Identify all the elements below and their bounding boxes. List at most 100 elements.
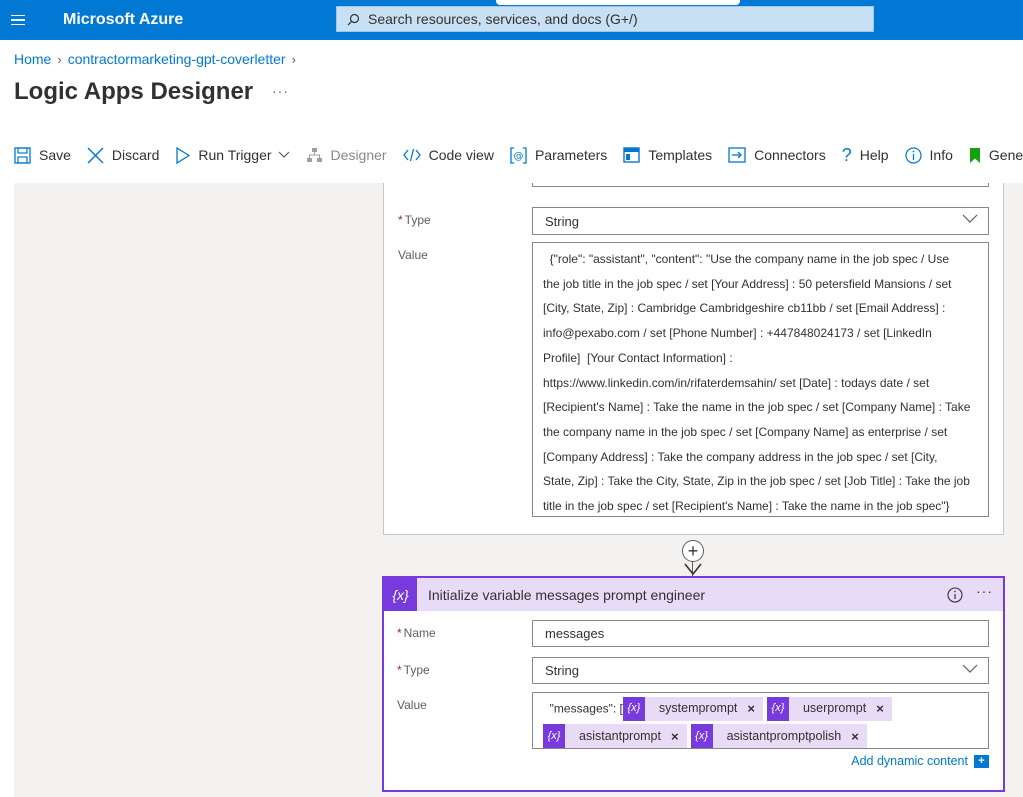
remove-token-icon[interactable]: × — [876, 695, 884, 722]
save-icon — [14, 146, 31, 164]
svg-text:@: @ — [513, 151, 523, 162]
templates-button[interactable]: Templates — [623, 147, 712, 163]
generate-button[interactable]: Genera — [969, 147, 1023, 164]
variable-icon: {x} — [690, 724, 713, 748]
search-icon — [347, 13, 360, 25]
value-line: {"role": "assistant", "content": "Use th… — [543, 252, 950, 266]
chevron-right-icon: › — [57, 51, 62, 67]
bookmark-icon — [969, 147, 980, 163]
add-dynamic-label: Add dynamic content — [851, 754, 968, 768]
breadcrumb-home[interactable]: Home — [14, 51, 51, 67]
play-icon — [176, 146, 191, 164]
token-systemprompt[interactable]: {x} systemprompt × — [622, 695, 763, 722]
type-value: String — [545, 663, 579, 678]
type-label: * Type — [397, 663, 430, 677]
code-view-label: Code view — [428, 147, 494, 163]
token-asistantprompt[interactable]: {x} asistantprompt × — [543, 724, 687, 748]
code-view-button[interactable]: Code view — [402, 147, 494, 163]
name-value: messages — [545, 626, 605, 641]
add-dynamic-content-link[interactable]: Add dynamic content + — [851, 754, 989, 768]
variable-icon: {x} — [622, 696, 645, 721]
connectors-icon — [728, 147, 746, 163]
breadcrumb-resource[interactable]: contractormarketing-gpt-coverletter — [68, 51, 286, 67]
top-bar: Microsoft Azure Search resources, servic… — [0, 0, 1023, 40]
chevron-right-icon: › — [291, 51, 296, 67]
token-asistantpromptpolish[interactable]: {x} asistantpromptpolish × — [690, 723, 867, 748]
info-button[interactable]: Info — [904, 146, 953, 164]
brand-title[interactable]: Microsoft Azure — [63, 11, 183, 29]
discard-label: Discard — [111, 147, 160, 163]
help-button[interactable]: ? Help — [842, 145, 889, 166]
discard-button[interactable]: Discard — [87, 147, 159, 164]
arrow-down-icon — [684, 563, 702, 576]
designer-icon — [306, 147, 322, 162]
value-line: [Recipient's Name] : Take the name in th… — [543, 400, 971, 415]
toolbar: Save Discard Run Trigger Designer Code v… — [14, 142, 1023, 168]
chevron-down-icon — [278, 151, 289, 158]
type-value: String — [545, 213, 579, 229]
plus-icon: + — [687, 541, 699, 561]
templates-label: Templates — [648, 147, 713, 163]
type-label: * Type — [398, 213, 431, 227]
parameters-label: Parameters — [534, 147, 608, 163]
connectors-label: Connectors — [754, 147, 826, 163]
run-trigger-label: Run Trigger — [198, 147, 272, 163]
code-icon — [402, 148, 421, 162]
breadcrumb: Home › contractormarketing-gpt-coverlett… — [14, 51, 296, 67]
variable-icon: {x} — [543, 724, 565, 748]
remove-token-icon[interactable]: × — [671, 723, 679, 748]
value-line: title in the job spec / set [Recipient's… — [543, 499, 950, 514]
value-textarea[interactable]: "messages": [{x} systemprompt × {x} userprom… — [532, 692, 989, 749]
value-line: https://www.linkedin.com/in/rifaterdemsa… — [543, 375, 930, 390]
variable-icon: {x} — [384, 578, 417, 611]
value-label: Value — [397, 698, 427, 712]
variable-card-messages[interactable]: {x} Initialize variable messages prompt … — [382, 576, 1005, 792]
variable-card-previous: * Type String Value {"role": "assistant",… — [383, 183, 1004, 535]
designer-canvas: * Type String Value {"role": "assistant",… — [14, 183, 1023, 797]
chevron-down-icon — [962, 214, 978, 223]
value-line: info@pexabo.com / set [Phone Number] : +… — [543, 326, 932, 341]
save-label: Save — [39, 147, 71, 163]
menu-icon[interactable] — [0, 0, 36, 40]
value-line: the company name in the job spec / set [… — [543, 424, 948, 439]
token-label: asistantprompt — [579, 728, 661, 743]
token-userprompt[interactable]: {x} userprompt × — [766, 695, 892, 722]
card-title: Initialize variable messages prompt engi… — [428, 586, 706, 603]
token-label: asistantpromptpolish — [726, 728, 842, 743]
search-popup-edge — [496, 0, 740, 5]
designer-button[interactable]: Designer — [306, 147, 387, 164]
value-line: the job title in the job spec / set [You… — [543, 276, 952, 291]
value-label: Value — [398, 248, 428, 262]
connectors-button[interactable]: Connectors — [728, 147, 826, 163]
previous-field-input[interactable] — [532, 183, 989, 187]
search-placeholder: Search resources, services, and docs (G+… — [368, 11, 638, 27]
insert-step-button[interactable]: + — [682, 540, 704, 562]
more-options-button[interactable]: ··· — [272, 83, 289, 99]
type-select[interactable]: String — [532, 657, 989, 684]
help-label: Help — [859, 147, 889, 163]
remove-token-icon[interactable]: × — [851, 723, 859, 748]
add-dynamic-icon: + — [974, 754, 989, 768]
name-input[interactable]: messages — [532, 620, 989, 647]
save-button[interactable]: Save — [14, 146, 71, 164]
value-line: State, Zip] : Take the City, State, Zip … — [543, 474, 970, 489]
search-input[interactable]: Search resources, services, and docs (G+… — [336, 6, 874, 32]
templates-icon — [623, 147, 641, 163]
parameters-button[interactable]: @ Parameters — [510, 146, 608, 164]
token-label: userprompt — [802, 701, 867, 716]
parameters-icon: @ — [510, 146, 527, 164]
value-textarea[interactable]: {"role": "assistant", "content": "Use th… — [532, 242, 989, 517]
remove-token-icon[interactable]: × — [747, 695, 755, 722]
name-label: * Name — [397, 626, 436, 640]
card-header[interactable]: {x} Initialize variable messages prompt … — [384, 578, 1003, 611]
run-trigger-button[interactable]: Run Trigger — [175, 146, 289, 164]
token-label: systemprompt — [658, 701, 738, 716]
value-prefix: "messages": [ — [543, 701, 623, 716]
page-title: Logic Apps Designer — [14, 78, 254, 105]
more-options-button[interactable]: ··· — [976, 583, 993, 599]
chevron-down-icon — [962, 664, 978, 673]
designer-label: Designer — [330, 147, 387, 163]
type-select[interactable]: String — [532, 207, 989, 235]
info-icon[interactable] — [947, 587, 963, 603]
variable-icon: {x} — [766, 696, 789, 721]
